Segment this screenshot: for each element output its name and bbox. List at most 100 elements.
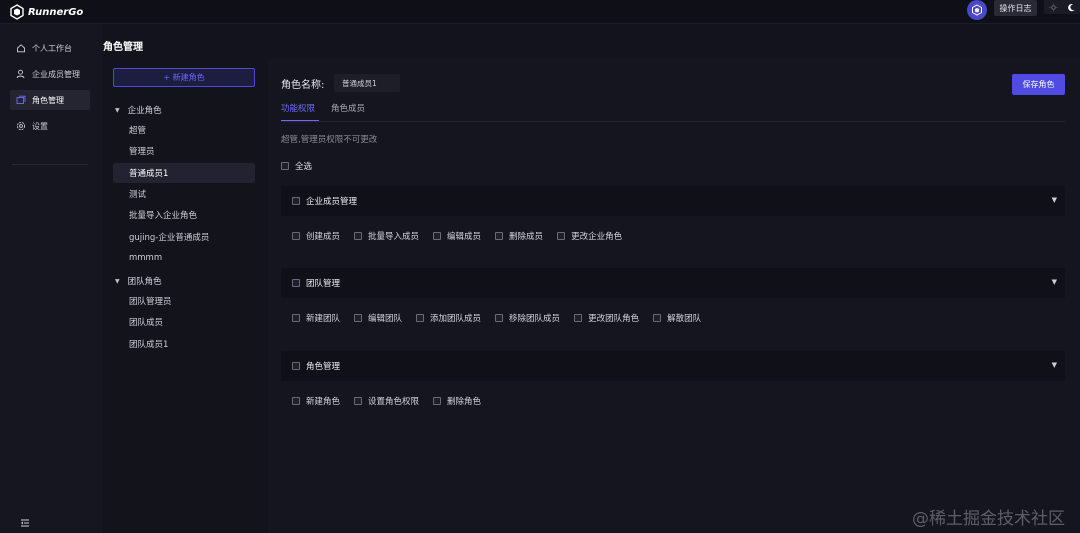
permission-item[interactable]: 新建角色 bbox=[292, 395, 340, 407]
permission-item[interactable]: 编辑成员 bbox=[433, 230, 481, 242]
role-name-input[interactable] bbox=[334, 74, 400, 92]
moon-icon[interactable] bbox=[1067, 3, 1076, 12]
permission-item[interactable]: 设置角色权限 bbox=[354, 395, 419, 407]
select-all-label: 全选 bbox=[295, 162, 313, 172]
checkbox[interactable] bbox=[292, 362, 300, 370]
chevron-down-icon[interactable]: ▼ bbox=[1052, 278, 1057, 286]
permission-label: 更改团队角色 bbox=[588, 314, 640, 324]
permission-item[interactable]: 添加团队成员 bbox=[416, 312, 481, 324]
checkbox[interactable] bbox=[292, 232, 300, 240]
permission-label: 删除成员 bbox=[509, 232, 544, 242]
user-icon bbox=[16, 69, 25, 79]
tree-group-team[interactable]: ▼ 团队角色 bbox=[115, 275, 162, 287]
role-item-selected[interactable]: 普通成员1 bbox=[113, 163, 255, 183]
tabs-divider bbox=[281, 121, 1065, 122]
checkbox[interactable] bbox=[416, 314, 425, 322]
save-role-button[interactable]: 保存角色 bbox=[1012, 74, 1065, 95]
nav-item-roles[interactable]: 角色管理 bbox=[10, 90, 90, 110]
new-role-button[interactable]: + 新建角色 bbox=[113, 68, 255, 87]
checkbox[interactable] bbox=[574, 314, 583, 322]
permission-item[interactable]: 新建团队 bbox=[292, 312, 340, 324]
permission-item[interactable]: 解散团队 bbox=[653, 312, 701, 324]
chevron-down-icon[interactable]: ▼ bbox=[1052, 361, 1057, 369]
checkbox[interactable] bbox=[433, 397, 442, 405]
permission-item[interactable]: 编辑团队 bbox=[354, 312, 402, 324]
role-item[interactable]: 团队管理员 bbox=[113, 291, 255, 311]
tab-active-indicator bbox=[281, 120, 319, 121]
role-icon bbox=[16, 95, 26, 104]
checkbox[interactable] bbox=[354, 397, 363, 405]
sun-icon[interactable] bbox=[1048, 2, 1058, 12]
role-item[interactable]: 管理员 bbox=[113, 141, 255, 161]
checkbox[interactable] bbox=[433, 232, 442, 240]
permission-item[interactable]: 创建成员 bbox=[292, 230, 340, 242]
checkbox[interactable] bbox=[557, 232, 566, 240]
permission-label: 解散团队 bbox=[667, 314, 702, 324]
checkbox[interactable] bbox=[292, 397, 300, 405]
app-logo[interactable]: RunnerGo bbox=[8, 2, 83, 22]
checkbox[interactable] bbox=[292, 279, 300, 287]
nav-item-label: 设置 bbox=[32, 121, 48, 131]
theme-toggle[interactable] bbox=[1044, 0, 1080, 14]
chevron-down-icon[interactable]: ▼ bbox=[1052, 196, 1057, 204]
section-title: 团队管理 bbox=[306, 279, 341, 289]
checkbox[interactable] bbox=[281, 162, 289, 170]
nav-item-workspace[interactable]: 个人工作台 bbox=[10, 38, 90, 58]
nav-item-members[interactable]: 企业成员管理 bbox=[10, 64, 90, 84]
checkbox[interactable] bbox=[292, 197, 300, 205]
nav-item-label: 企业成员管理 bbox=[32, 69, 80, 79]
permission-label: 更改企业角色 bbox=[571, 232, 623, 242]
gear-icon bbox=[16, 121, 26, 131]
role-item[interactable]: 测试 bbox=[113, 184, 255, 204]
role-item[interactable]: gujing-企业普通成员 bbox=[113, 227, 255, 247]
section-header[interactable]: 企业成员管理 ▼ bbox=[281, 186, 1065, 216]
permission-items: 新建角色 设置角色权限 删除角色 bbox=[292, 395, 495, 407]
tree-group-label: 企业角色 bbox=[127, 106, 162, 116]
user-avatar[interactable] bbox=[967, 0, 987, 20]
permission-item[interactable]: 更改团队角色 bbox=[574, 312, 639, 324]
role-item[interactable]: mmmm bbox=[113, 248, 255, 268]
tree-group-label: 团队角色 bbox=[127, 277, 162, 287]
caret-down-icon: ▼ bbox=[115, 277, 120, 285]
tab-role-members[interactable]: 角色成员 bbox=[331, 102, 365, 114]
role-item[interactable]: 团队成员 bbox=[113, 312, 255, 332]
checkbox[interactable] bbox=[354, 314, 363, 322]
permission-label: 新建团队 bbox=[306, 314, 341, 324]
role-item[interactable]: 批量导入企业角色 bbox=[113, 205, 255, 225]
tree-group-enterprise[interactable]: ▼ 企业角色 bbox=[115, 104, 162, 116]
section-header[interactable]: 团队管理 ▼ bbox=[281, 268, 1065, 298]
checkbox[interactable] bbox=[292, 314, 300, 322]
role-item[interactable]: 团队成员1 bbox=[113, 334, 255, 354]
operation-log-button[interactable]: 操作日志 bbox=[994, 0, 1037, 16]
permission-item[interactable]: 更改企业角色 bbox=[557, 230, 622, 242]
permission-label: 设置角色权限 bbox=[368, 397, 420, 407]
permission-label: 新建角色 bbox=[306, 397, 341, 407]
checkbox[interactable] bbox=[653, 314, 662, 322]
app-name: RunnerGo bbox=[28, 6, 84, 18]
role-item[interactable]: 超管 bbox=[113, 120, 255, 140]
permission-item[interactable]: 移除团队成员 bbox=[495, 312, 560, 324]
role-editor: 角色名称: 保存角色 功能权限 角色成员 超管,管理员权限不可更改 全选 企业成… bbox=[268, 58, 1080, 533]
avatar-icon bbox=[972, 4, 982, 16]
checkbox[interactable] bbox=[495, 232, 504, 240]
permission-item[interactable]: 删除成员 bbox=[495, 230, 543, 242]
collapse-menu-icon[interactable] bbox=[20, 518, 30, 528]
permission-items: 创建成员 批量导入成员 编辑成员 删除成员 更改企业角色 bbox=[292, 230, 636, 242]
select-all[interactable]: 全选 bbox=[281, 160, 312, 172]
nav-item-label: 个人工作台 bbox=[32, 43, 72, 53]
permission-label: 编辑团队 bbox=[368, 314, 403, 324]
section-header[interactable]: 角色管理 ▼ bbox=[281, 351, 1065, 381]
checkbox[interactable] bbox=[495, 314, 504, 322]
checkbox[interactable] bbox=[354, 232, 363, 240]
permission-item[interactable]: 删除角色 bbox=[433, 395, 481, 407]
tab-permissions[interactable]: 功能权限 bbox=[281, 102, 315, 114]
home-icon bbox=[17, 44, 25, 53]
nav-divider bbox=[12, 164, 88, 165]
nav-item-settings[interactable]: 设置 bbox=[10, 116, 90, 136]
permission-section-team: 团队管理 ▼ 新建团队 编辑团队 添加团队成员 移除团队成员 更改团队角色 解散… bbox=[281, 268, 1065, 340]
permission-section-roles: 角色管理 ▼ 新建角色 设置角色权限 删除角色 bbox=[281, 351, 1065, 423]
role-list-panel: + 新建角色 ▼ 企业角色 超管 管理员 普通成员1 测试 批量导入企业角色 g… bbox=[103, 58, 265, 533]
permission-label: 批量导入成员 bbox=[368, 232, 420, 242]
permission-item[interactable]: 批量导入成员 bbox=[354, 230, 419, 242]
permission-items: 新建团队 编辑团队 添加团队成员 移除团队成员 更改团队角色 解散团队 bbox=[292, 312, 715, 324]
